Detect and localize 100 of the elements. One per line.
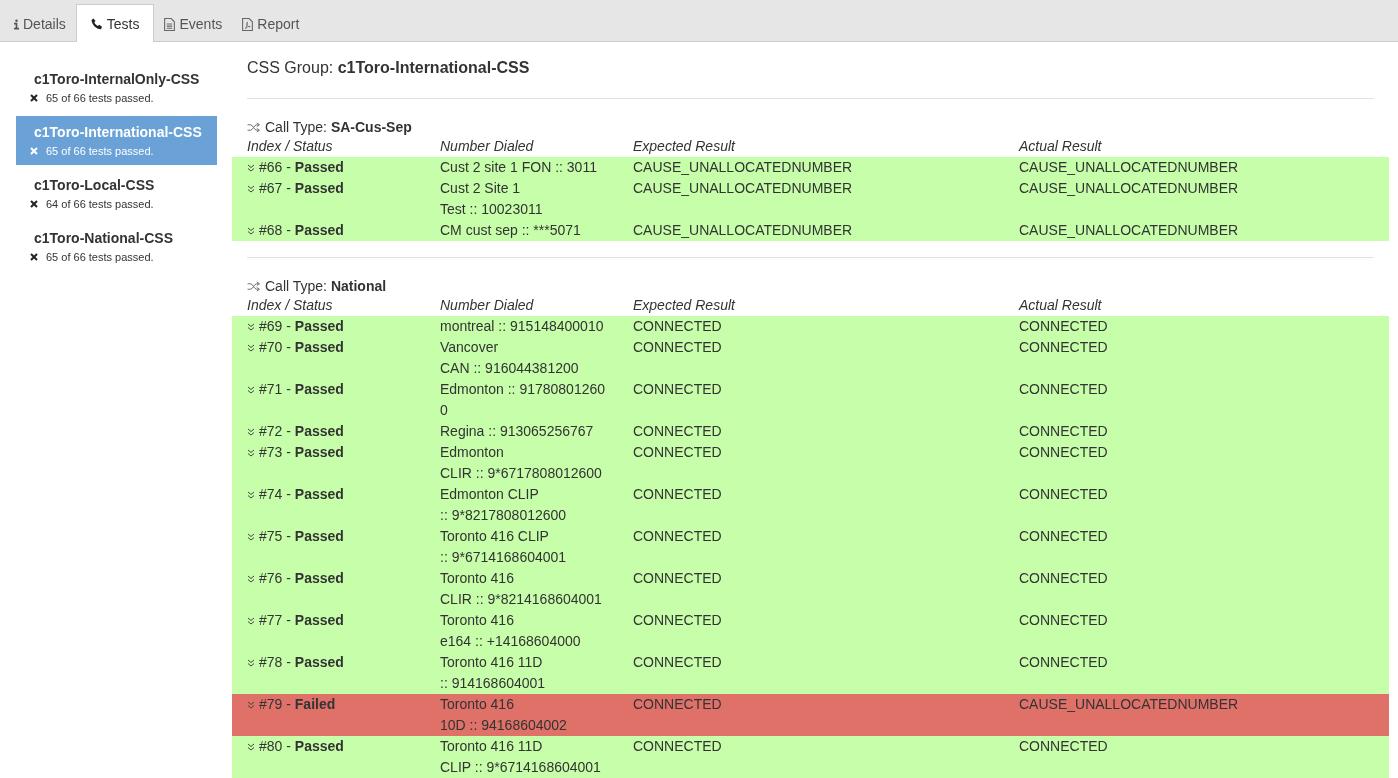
column-header: Expected Result — [633, 137, 737, 156]
actual-result: CONNECTED — [1019, 737, 1109, 756]
call-type-title: Call Type: SA-Cus-Sep — [265, 118, 412, 137]
expected-result: CONNECTED — [633, 338, 723, 357]
column-header: Number Dialed — [440, 296, 535, 315]
group-name: c1Toro-National-CSS — [33, 229, 174, 247]
expand-icon — [247, 322, 255, 331]
tab[interactable]: Events — [154, 5, 233, 42]
expand-icon — [247, 532, 255, 541]
expand-icon — [247, 385, 255, 394]
expected-result: CONNECTED — [633, 653, 723, 672]
css-group-item[interactable]: c1Toro-InternalOnly-CSS 65 of 66 tests passed. — [16, 63, 217, 112]
test-summary: 65 of 66 tests passed. — [46, 251, 154, 263]
number-dialed: CM cust sep :: ***5071 — [440, 221, 582, 240]
actual-result: CONNECTED — [1019, 422, 1109, 441]
test-row[interactable]: #70 - Passed Vancover CAN :: 916044381200 CONNECTED CONNECTED — [232, 337, 1389, 379]
close-icon — [30, 147, 38, 155]
test-status: #78 - Passed — [259, 653, 344, 672]
test-row[interactable]: #72 - Passed Regina :: 913065256767 CONNECTED CONNECTED — [232, 421, 1389, 442]
group-name: c1Toro-International-CSS — [33, 123, 203, 141]
expected-result: CONNECTED — [633, 422, 723, 441]
call-type-title: Call Type: National — [265, 277, 387, 296]
expected-result: CONNECTED — [633, 569, 723, 588]
number-dialed: Cust 2 Site 1 Test :: 10023011 — [440, 179, 544, 219]
column-header: Number Dialed — [440, 137, 535, 156]
test-row[interactable]: #80 - Passed Toronto 416 11D CLIP :: 9*6714168604001 CONNECTED CONNECTED — [232, 736, 1389, 778]
number-dialed: Vancover CAN :: 916044381200 — [440, 338, 580, 378]
test-row[interactable]: #69 - Passed montreal :: 915148400010 CONNECTED CONNECTED — [232, 316, 1389, 337]
tab[interactable]: Details — [4, 5, 76, 42]
number-dialed: Cust 2 site 1 FON :: 3011 — [440, 158, 598, 177]
actual-result: CAUSE_UNALLOCATEDNUMBER — [1019, 221, 1240, 240]
tab[interactable]: Tests — [75, 4, 155, 42]
test-status: #80 - Passed — [259, 737, 344, 756]
number-dialed: montreal :: 915148400010 — [440, 317, 605, 336]
expand-icon — [247, 700, 255, 709]
actual-result: CONNECTED — [1019, 569, 1109, 588]
document-icon — [164, 17, 176, 31]
number-dialed: Edmonton CLIR :: 9*6717808012600 — [440, 443, 603, 483]
test-status: #76 - Passed — [259, 569, 344, 588]
test-row[interactable]: #66 - Passed Cust 2 site 1 FON :: 3011 CAUSE_UNALLOCATEDNUMBER CAUSE_UNALLOCATEDNUMBER — [232, 157, 1389, 178]
test-status: #68 - Passed — [259, 221, 344, 240]
expand-icon — [247, 163, 255, 172]
css-group-item[interactable]: c1Toro-National-CSS 65 of 66 tests passed. — [16, 222, 217, 271]
expand-icon — [247, 226, 255, 235]
test-row[interactable]: #67 - Passed Cust 2 Site 1 Test :: 10023011 CAUSE_UNALLOCATEDNUMBER CAUSE_UNALLOCATEDNUMBER — [232, 178, 1389, 220]
number-dialed: Toronto 416 CLIP :: 9*6714168604001 — [440, 527, 568, 567]
actual-result: CONNECTED — [1019, 443, 1109, 462]
expand-icon — [247, 184, 255, 193]
number-dialed: Toronto 416 e164 :: +14168604000 — [440, 611, 582, 651]
pdf-file-icon — [242, 17, 254, 31]
actual-result: CONNECTED — [1019, 611, 1109, 630]
test-row[interactable]: #79 - Failed Toronto 416 10D :: 94168604002 CONNECTED CAUSE_UNALLOCATEDNUMBER — [232, 694, 1389, 736]
expected-result: CONNECTED — [633, 317, 723, 336]
css-group-item[interactable]: c1Toro-Local-CSS 64 of 66 tests passed. — [16, 169, 217, 218]
test-row[interactable]: #73 - Passed Edmonton CLIR :: 9*6717808012600 CONNECTED CONNECTED — [232, 442, 1389, 484]
expand-icon — [247, 574, 255, 583]
test-row[interactable]: #75 - Passed Toronto 416 CLIP :: 9*6714168604001 CONNECTED CONNECTED — [232, 526, 1389, 568]
expand-icon — [247, 343, 255, 352]
test-row[interactable]: #78 - Passed Toronto 416 11D :: 914168604001 CONNECTED CONNECTED — [232, 652, 1389, 694]
column-header: Actual Result — [1019, 296, 1103, 315]
test-status: #66 - Passed — [259, 158, 344, 177]
test-status: #77 - Passed — [259, 611, 344, 630]
close-icon — [30, 94, 38, 102]
column-header: Index / Status — [247, 296, 334, 315]
expected-result: CAUSE_UNALLOCATEDNUMBER — [633, 221, 854, 240]
expected-result: CONNECTED — [633, 611, 723, 630]
test-row[interactable]: #68 - Passed CM cust sep :: ***5071 CAUSE_UNALLOCATEDNUMBER CAUSE_UNALLOCATEDNUMBER — [232, 220, 1389, 241]
tab[interactable]: Report — [232, 5, 310, 42]
actual-result: CONNECTED — [1019, 485, 1109, 504]
expand-icon — [247, 448, 255, 457]
test-summary: 65 of 66 tests passed. — [46, 92, 154, 104]
number-dialed: Regina :: 913065256767 — [440, 422, 595, 441]
test-status: #71 - Passed — [259, 380, 344, 399]
actual-result: CONNECTED — [1019, 317, 1109, 336]
expand-icon — [247, 658, 255, 667]
number-dialed: Toronto 416 11D :: 914168604001 — [440, 653, 547, 693]
number-dialed: Toronto 416 11D CLIP :: 9*6714168604001 — [440, 737, 602, 777]
expected-result: CONNECTED — [633, 737, 723, 756]
test-status: #70 - Passed — [259, 338, 344, 357]
expected-result: CONNECTED — [633, 443, 723, 462]
expected-result: CONNECTED — [633, 527, 723, 546]
test-row[interactable]: #76 - Passed Toronto 416 CLIR :: 9*8214168604001 CONNECTED CONNECTED — [232, 568, 1389, 610]
test-status: #69 - Passed — [259, 317, 344, 336]
expected-result: CAUSE_UNALLOCATEDNUMBER — [633, 179, 854, 198]
test-row[interactable]: #77 - Passed Toronto 416 e164 :: +14168604000 CONNECTED CONNECTED — [232, 610, 1389, 652]
number-dialed: Toronto 416 10D :: 94168604002 — [440, 695, 568, 735]
test-status: #72 - Passed — [259, 422, 344, 441]
test-status: #79 - Failed — [259, 695, 336, 714]
test-status: #73 - Passed — [259, 443, 344, 462]
test-row[interactable]: #71 - Passed Edmonton :: 91780801260 0 CONNECTED CONNECTED — [232, 379, 1389, 421]
test-row[interactable]: #74 - Passed Edmonton CLIP :: 9*8217808012600 CONNECTED CONNECTED — [232, 484, 1389, 526]
actual-result: CONNECTED — [1019, 653, 1109, 672]
test-status: #74 - Passed — [259, 485, 344, 504]
test-summary: 64 of 66 tests passed. — [46, 198, 154, 210]
actual-result: CAUSE_UNALLOCATEDNUMBER — [1019, 695, 1240, 714]
shuffle-icon — [247, 122, 261, 133]
group-title: CSS Group: c1Toro-International-CSS — [246, 58, 531, 78]
expected-result: CONNECTED — [633, 695, 723, 714]
column-header: Actual Result — [1019, 137, 1103, 156]
actual-result: CONNECTED — [1019, 338, 1109, 357]
